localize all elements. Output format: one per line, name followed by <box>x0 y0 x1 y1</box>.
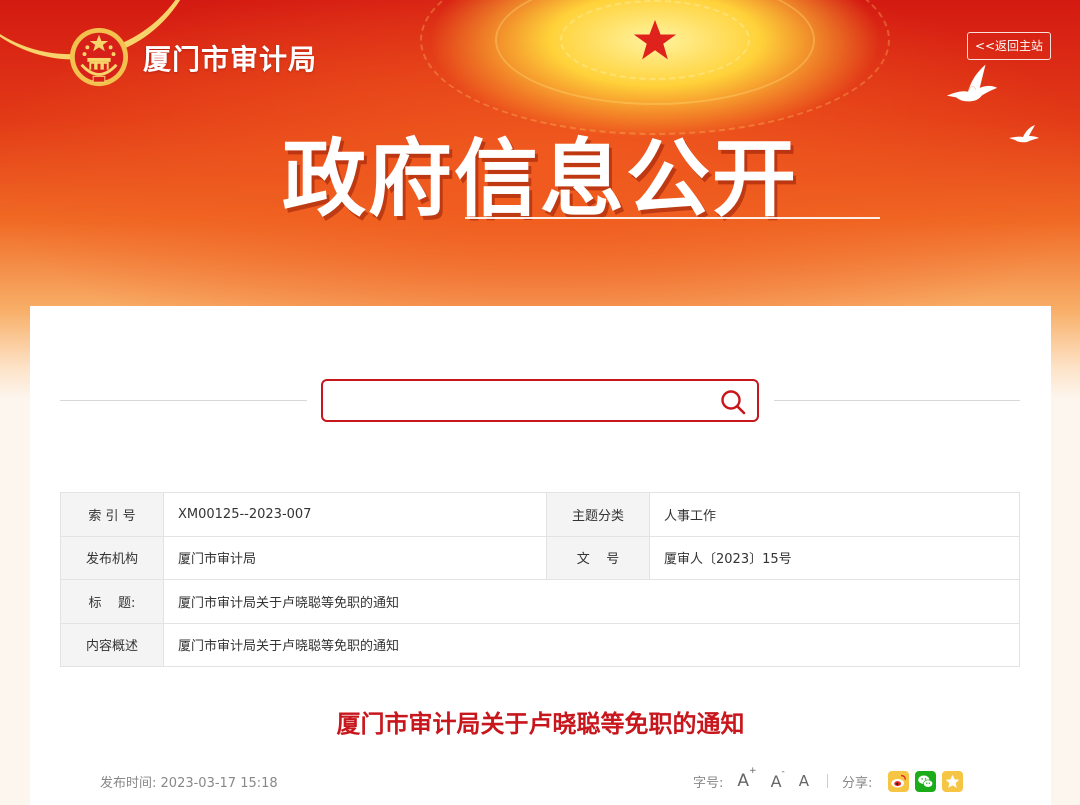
star-icon <box>633 19 677 60</box>
return-home-button[interactable]: <<返回主站 <box>967 32 1051 60</box>
wechat-icon[interactable] <box>915 770 937 792</box>
index-value: XM00125--2023-007 <box>163 492 547 537</box>
doc-number-label: 文 号 <box>546 535 650 580</box>
weibo-icon[interactable] <box>888 770 910 792</box>
summary-value: 厦门市审计局关于卢晓聪等免职的通知 <box>163 622 1020 667</box>
font-size-small-button[interactable]: A <box>799 772 809 790</box>
hero-underline <box>465 217 880 219</box>
table-row: 标 题: 厦门市审计局关于卢晓聪等免职的通知 <box>60 579 1020 624</box>
font-medium-mark: - <box>781 767 785 778</box>
doc-number-value: 厦审人〔2023〕15号 <box>649 535 1020 580</box>
hero-title: 政府信息公开 <box>282 130 799 228</box>
search-icon[interactable] <box>719 388 747 416</box>
site-name[interactable]: 厦门市审计局 <box>143 38 317 78</box>
title-value: 厦门市审计局关于卢晓聪等免职的通知 <box>163 579 1020 624</box>
table-row: 内容概述 厦门市审计局关于卢晓聪等免职的通知 <box>60 622 1020 667</box>
article-tools: 字号: A+ A- A 分享: <box>693 766 964 794</box>
table-row: 索 引 号 XM00125--2023-007 主题分类 人事工作 <box>60 492 1020 537</box>
share-label: 分享: <box>842 775 873 791</box>
font-size-medium-button[interactable]: A- <box>770 767 785 791</box>
issuer-label: 发布机构 <box>60 535 164 580</box>
divider <box>60 400 307 401</box>
article-title: 厦门市审计局关于卢晓聪等免职的通知 <box>336 710 745 738</box>
qzone-icon[interactable] <box>942 770 964 792</box>
content-panel: 索 引 号 XM00125--2023-007 主题分类 人事工作 发布机构 厦… <box>30 306 1051 805</box>
document-meta-table: 索 引 号 XM00125--2023-007 主题分类 人事工作 发布机构 厦… <box>60 492 1020 667</box>
summary-label: 内容概述 <box>60 622 164 667</box>
font-size-label: 字号: <box>693 775 724 791</box>
national-emblem-icon <box>69 27 129 87</box>
search-input[interactable] <box>333 387 703 414</box>
font-large-glyph: A <box>737 771 750 791</box>
publish-label: 发布时间: <box>100 776 157 791</box>
index-label: 索 引 号 <box>60 492 164 537</box>
dove-icon <box>946 64 998 102</box>
title-label: 标 题: <box>60 579 164 624</box>
font-medium-glyph: A <box>770 771 782 791</box>
table-row: 发布机构 厦门市审计局 文 号 厦审人〔2023〕15号 <box>60 535 1020 580</box>
topic-label: 主题分类 <box>546 492 650 537</box>
publish-time: 2023-03-17 15:18 <box>160 776 278 791</box>
dove-icon <box>1009 125 1039 143</box>
font-large-mark: + <box>749 766 757 777</box>
divider <box>774 400 1020 401</box>
publish-info: 发布时间: 2023-03-17 15:18 <box>100 772 278 791</box>
font-size-large-button[interactable]: A+ <box>737 766 756 791</box>
issuer-value: 厦门市审计局 <box>163 535 547 580</box>
topic-value: 人事工作 <box>649 492 1020 537</box>
divider <box>827 774 829 788</box>
search-box <box>321 379 759 422</box>
